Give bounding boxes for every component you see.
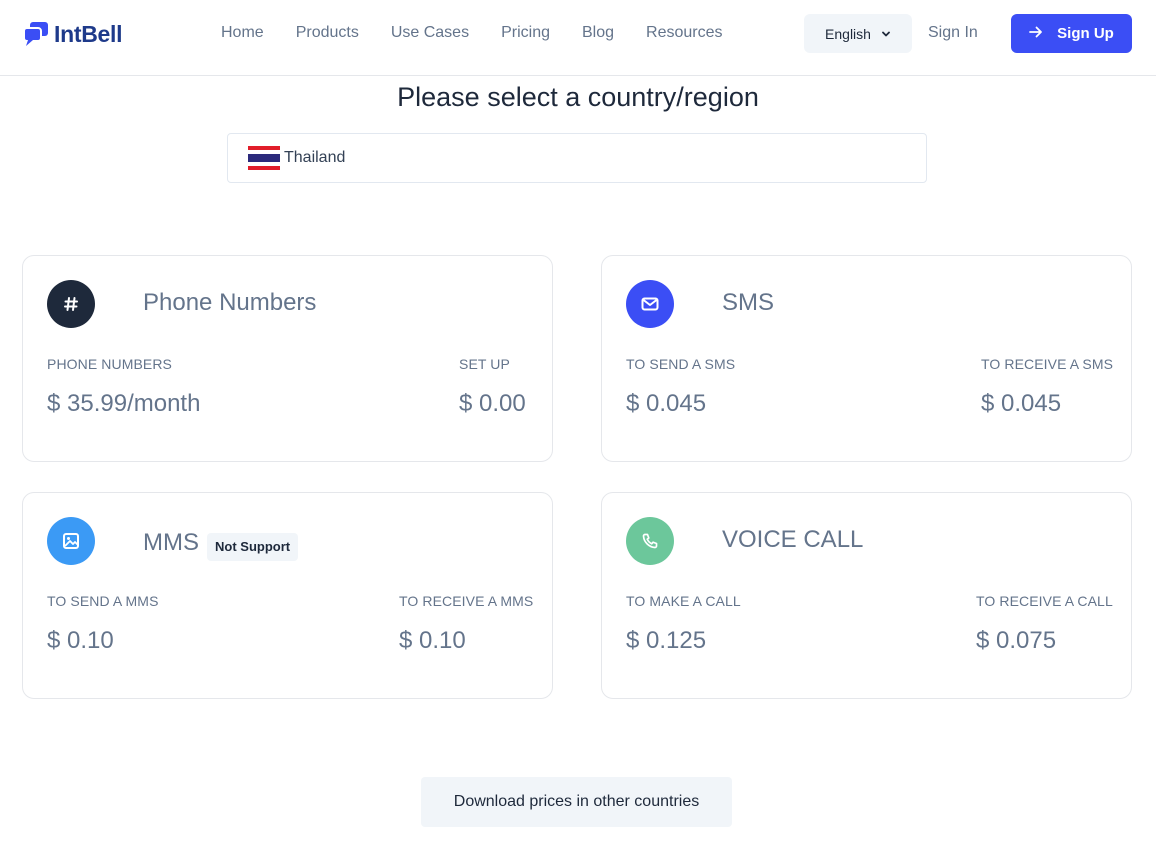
download-prices-button[interactable]: Download prices in other countries <box>421 777 732 827</box>
sign-in-link[interactable]: Sign In <box>928 22 978 44</box>
send-sms-price: $ 0.045 <box>626 390 707 417</box>
arrow-right-icon <box>1029 25 1043 42</box>
make-call-price: $ 0.125 <box>626 627 707 654</box>
sms-card: SMS TO SEND A SMS $ 0.045 TO RECEIVE A S… <box>601 255 1132 462</box>
sms-title: SMS <box>722 289 775 316</box>
mms-title: MMS <box>143 529 199 556</box>
phone-numbers-label: PHONE NUMBERS <box>47 356 172 372</box>
not-support-badge: Not Support <box>207 533 299 561</box>
site-header: IntBell Home Products Use Cases Pricing … <box>0 0 1156 76</box>
make-call-label: TO MAKE A CALL <box>626 593 741 609</box>
voice-call-card: VOICE CALL TO MAKE A CALL $ 0.125 TO REC… <box>601 492 1132 699</box>
sign-up-label: Sign Up <box>1057 25 1114 42</box>
send-mms-price: $ 0.10 <box>47 627 114 654</box>
language-select[interactable]: English <box>804 14 912 53</box>
thailand-flag-icon <box>248 146 280 170</box>
image-icon <box>47 517 95 565</box>
card-title: VOICE CALL <box>722 525 863 555</box>
receive-call-price: $ 0.075 <box>976 627 1057 654</box>
nav-pricing[interactable]: Pricing <box>485 22 566 44</box>
setup-price: $ 0.00 <box>459 390 526 417</box>
phone-icon <box>626 517 674 565</box>
phone-numbers-title: Phone Numbers <box>143 289 317 316</box>
mms-card: MMS Not Support TO SEND A MMS $ 0.10 TO … <box>22 492 553 699</box>
page-title: Please select a country/region <box>397 82 759 112</box>
country-name: Thailand <box>284 149 346 166</box>
setup-label: SET UP <box>459 356 510 372</box>
receive-sms-label: TO RECEIVE A SMS <box>981 356 1114 372</box>
card-title: Phone Numbers <box>143 288 316 318</box>
receive-mms-label: TO RECEIVE A MMS <box>399 593 534 609</box>
brand-name: IntBell <box>54 20 123 47</box>
card-title: SMS <box>722 288 774 318</box>
chat-bubble-logo-icon <box>22 20 50 48</box>
send-mms-label: TO SEND A MMS <box>47 593 159 609</box>
sign-up-button[interactable]: Sign Up <box>1011 14 1132 53</box>
language-label: English <box>825 25 871 42</box>
receive-mms-price: $ 0.10 <box>399 627 466 654</box>
voice-call-title: VOICE CALL <box>722 526 864 553</box>
receive-sms-price: $ 0.045 <box>981 390 1062 417</box>
phone-numbers-card: Phone Numbers PHONE NUMBERS $ 35.99/mont… <box>22 255 553 462</box>
chevron-down-icon <box>881 26 891 42</box>
envelope-icon <box>626 280 674 328</box>
hash-icon <box>47 280 95 328</box>
nav-home[interactable]: Home <box>205 22 280 44</box>
main-nav: Home Products Use Cases Pricing Blog Res… <box>205 22 739 44</box>
phone-numbers-price: $ 35.99/month <box>47 390 201 417</box>
send-sms-label: TO SEND A SMS <box>626 356 736 372</box>
nav-blog[interactable]: Blog <box>566 22 630 44</box>
nav-use-cases[interactable]: Use Cases <box>375 22 485 44</box>
receive-call-label: TO RECEIVE A CALL <box>976 593 1113 609</box>
brand-logo[interactable]: IntBell <box>22 20 122 48</box>
nav-products[interactable]: Products <box>280 22 375 44</box>
nav-resources[interactable]: Resources <box>630 22 738 44</box>
card-title: MMS Not Support <box>143 525 299 561</box>
country-select[interactable]: Thailand <box>227 133 927 183</box>
